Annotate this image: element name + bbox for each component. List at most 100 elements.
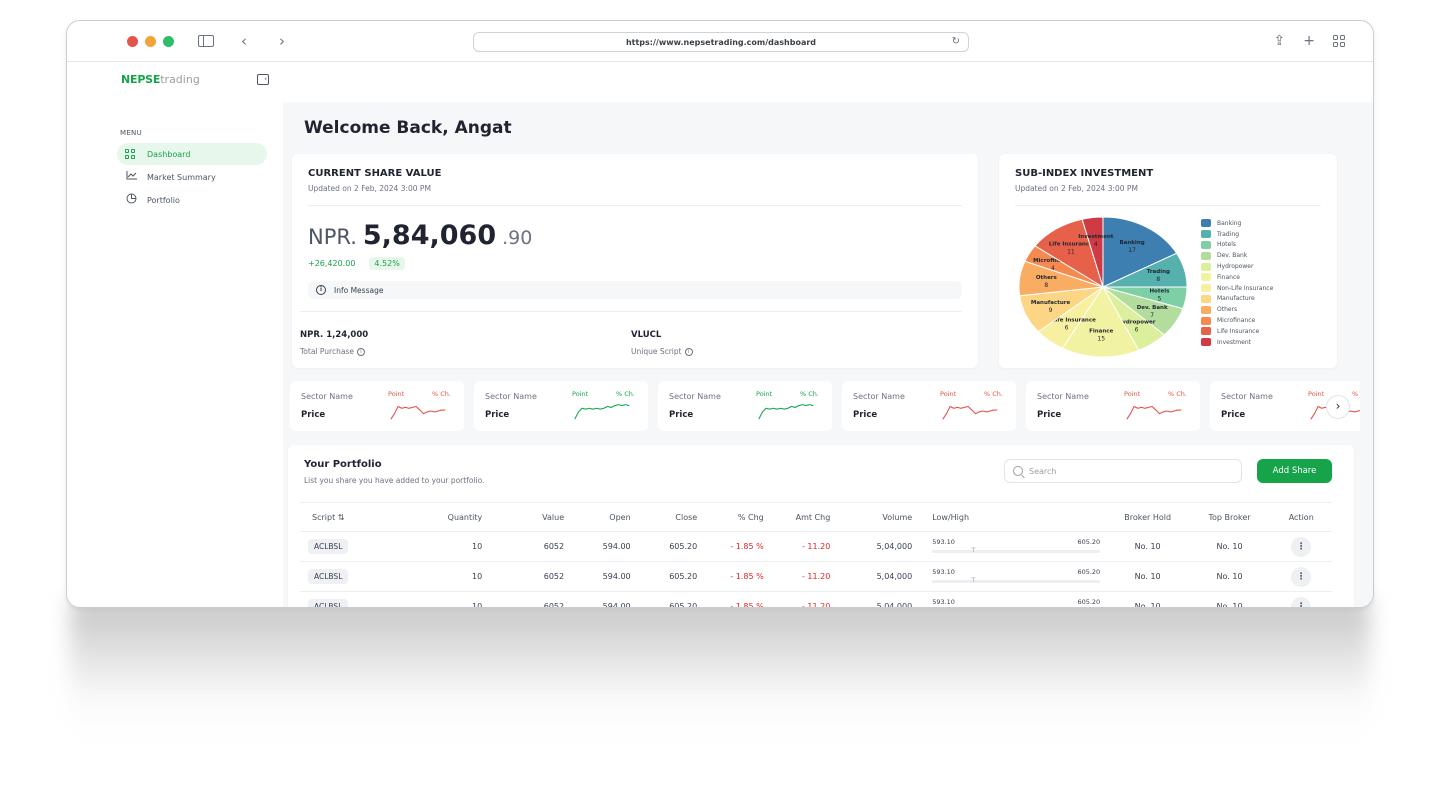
change-amount: +26,420.00 [308, 259, 356, 268]
pct-change-cell: - 1.85 % [697, 531, 764, 562]
sector-name: Sector Name [853, 392, 905, 401]
legend-item[interactable]: Hydropower [1201, 261, 1273, 272]
legend-item[interactable]: Hotels [1201, 240, 1273, 251]
legend-label: Hydropower [1217, 263, 1254, 271]
legend-item[interactable]: Investment [1201, 337, 1273, 348]
sector-sparkline [390, 405, 446, 420]
search-placeholder: Search [1029, 466, 1057, 476]
collapse-sidebar-icon[interactable]: ‹ [257, 74, 269, 85]
open-cell: 594.00 [564, 561, 631, 592]
table-body: ACLBSL 10 6052 594.00 605.20 - 1.85 % - … [300, 531, 1332, 608]
broker-hold-cell: No. 10 [1106, 531, 1189, 562]
legend-label: Non-Life Insurance [1217, 284, 1274, 292]
pie-slice-label: Hotels [1149, 288, 1170, 294]
script-badge[interactable]: ACLBSL [308, 569, 349, 584]
column-header: Value [482, 502, 565, 532]
legend-item[interactable]: Life Insurance [1201, 326, 1273, 337]
table-row[interactable]: ACLBSL 10 6052 594.00 605.20 - 1.85 % - … [300, 591, 1332, 608]
legend-item[interactable]: Microfinance [1201, 315, 1273, 326]
menu-label: MENU [120, 129, 143, 137]
close-cell: 605.20 [630, 561, 698, 592]
sector-card[interactable]: Sector Name Price Point % Ch. [1026, 381, 1200, 431]
legend-item[interactable]: Dev. Bank [1201, 250, 1273, 261]
reload-icon[interactable]: ↻ [952, 36, 960, 47]
page-title: Welcome Back, Angat [304, 118, 512, 138]
sidebar-item-market-summary[interactable]: Market Summary [117, 166, 267, 188]
legend-item[interactable]: Trading [1201, 229, 1273, 240]
brand-bold: NEPSE [121, 73, 161, 86]
sector-price: Price [1037, 410, 1062, 420]
info-icon[interactable]: i [356, 347, 365, 356]
sidebar-item-label: Portfolio [147, 195, 180, 205]
legend-item[interactable]: Finance [1201, 272, 1273, 283]
pie-legend: Banking Trading Hotels Dev. Bank Hydropower F… [1201, 218, 1273, 348]
column-header[interactable]: Script ⇅ [300, 502, 413, 532]
legend-label: Dev. Bank [1217, 252, 1248, 260]
table-row[interactable]: ACLBSL 10 6052 594.00 605.20 - 1.85 % - … [300, 531, 1332, 562]
sector-pct-label: % Ch. [1168, 390, 1187, 398]
pie-slice-label: Banking [1119, 240, 1144, 246]
browser-sidebar-icon[interactable] [198, 35, 214, 47]
pie-slice-value: 7 [1150, 312, 1154, 319]
sector-pct-label: % Ch. [432, 390, 451, 398]
maximize-window-button[interactable] [163, 35, 174, 47]
search-input[interactable]: Search [1004, 459, 1242, 483]
low-value: 593.10 [932, 537, 955, 546]
pie-chart-area: Banking 17 Trading 8 Hotels 5 Dev. Bank 7 Hydrop… [1015, 214, 1321, 374]
sector-name: Sector Name [1221, 392, 1273, 401]
legend-label: Finance [1217, 273, 1240, 281]
address-bar[interactable]: https://www.nepsetrading.com/dashboard ↻ [473, 32, 969, 52]
tab-overview-icon[interactable] [1333, 35, 1345, 47]
more-actions-icon[interactable]: ⋮ [1291, 596, 1312, 607]
new-tab-icon[interactable]: + [1303, 33, 1315, 49]
script-badge[interactable]: ACLBSL [308, 599, 349, 607]
legend-swatch [1201, 262, 1211, 271]
more-actions-icon[interactable]: ⋮ [1291, 566, 1312, 587]
sector-name: Sector Name [1037, 392, 1089, 401]
range-marker-icon: ⊤ [970, 576, 977, 584]
pie-slice-value: 6 [1065, 325, 1069, 332]
card-title: SUB-INDEX INVESTMENT [1015, 168, 1154, 179]
pie-slice-value: 15 [1097, 336, 1105, 343]
quantity-cell: 10 [412, 561, 483, 592]
pie-slice-label: Manufacture [1031, 300, 1071, 306]
range-track [932, 549, 1101, 553]
add-share-button[interactable]: Add Share [1257, 459, 1332, 483]
forward-icon[interactable]: › [274, 32, 290, 50]
sector-card[interactable]: Sector Name Price Point % Ch. [474, 381, 648, 431]
sector-pct-label: % Ch. [1352, 390, 1360, 398]
minimize-window-button[interactable] [145, 35, 156, 47]
total-purchase-value: NPR. 1,24,000 [300, 330, 369, 340]
legend-item[interactable]: Manufacture [1201, 294, 1273, 305]
sector-point-label: Point [940, 390, 957, 398]
sector-pct-label: % Ch. [800, 390, 819, 398]
legend-item[interactable]: Others [1201, 304, 1273, 315]
top-broker-cell: No. 10 [1188, 531, 1271, 562]
main-content: Welcome Back, Angat CURRENT SHARE VALUE … [283, 102, 1373, 607]
browser-titlebar: ‹ › https://www.nepsetrading.com/dashboa… [67, 21, 1373, 62]
range-marker-icon: ⊤ [971, 607, 976, 608]
legend-label: Trading [1217, 230, 1240, 238]
next-sectors-button[interactable]: › [1326, 395, 1350, 419]
sidebar-item-dashboard[interactable]: Dashboard [117, 143, 267, 165]
sidebar-item-portfolio[interactable]: Portfolio [117, 189, 267, 211]
sector-card[interactable]: Sector Name Price Point % Ch. [842, 381, 1016, 431]
legend-item[interactable]: Banking [1201, 218, 1273, 229]
legend-label: Banking [1217, 219, 1242, 227]
sector-card[interactable]: Sector Name Price Point % Ch. [290, 381, 464, 431]
back-icon[interactable]: ‹ [236, 32, 252, 50]
sector-sparkline [574, 404, 630, 420]
sector-card[interactable]: Sector Name Price Point % Ch. [658, 381, 832, 431]
column-header: Low/High [912, 502, 1107, 532]
share-icon[interactable]: ⇪ [1274, 33, 1286, 49]
column-header: % Chg [697, 502, 764, 532]
legend-item[interactable]: Non-Life Insurance [1201, 283, 1273, 294]
sector-sparkline [942, 405, 998, 420]
info-icon[interactable]: i [684, 347, 693, 356]
close-window-button[interactable] [127, 35, 138, 47]
table-row[interactable]: ACLBSL 10 6052 594.00 605.20 - 1.85 % - … [300, 561, 1332, 592]
more-actions-icon[interactable]: ⋮ [1291, 536, 1312, 557]
sector-point-label: Point [756, 390, 773, 398]
brand-logo[interactable]: NEPSEtrading [121, 73, 200, 86]
script-badge[interactable]: ACLBSL [308, 539, 349, 554]
